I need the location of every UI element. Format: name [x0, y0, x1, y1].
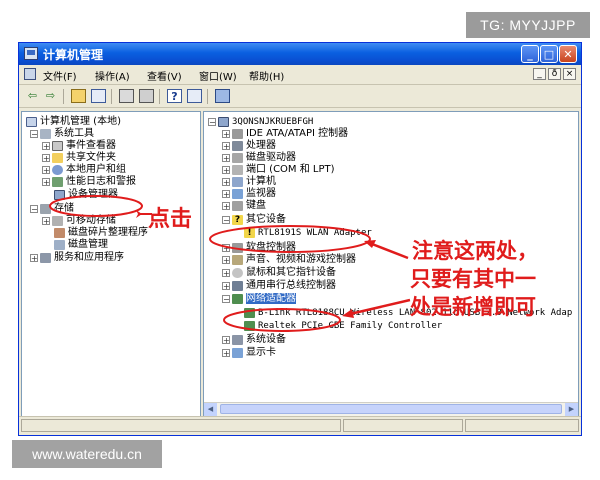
annotation-note-line2: 只要有其中一 [410, 266, 536, 291]
highlight-network-adapters [223, 308, 341, 332]
annotation-note-line1: 注意这两处， [412, 238, 538, 263]
arrow-to-network-adapters-line [349, 298, 411, 316]
highlight-other-devices [209, 225, 371, 253]
arrow-to-other-devices-line [371, 242, 409, 260]
arrow-to-network-adapters-icon [342, 309, 354, 318]
annotation-note-line3: 处是新增即可 [410, 294, 536, 319]
annotation-click: 点击 [148, 206, 193, 232]
watermark-bottom: www.wateredu.cn [12, 440, 162, 468]
highlight-device-manager [49, 195, 143, 217]
